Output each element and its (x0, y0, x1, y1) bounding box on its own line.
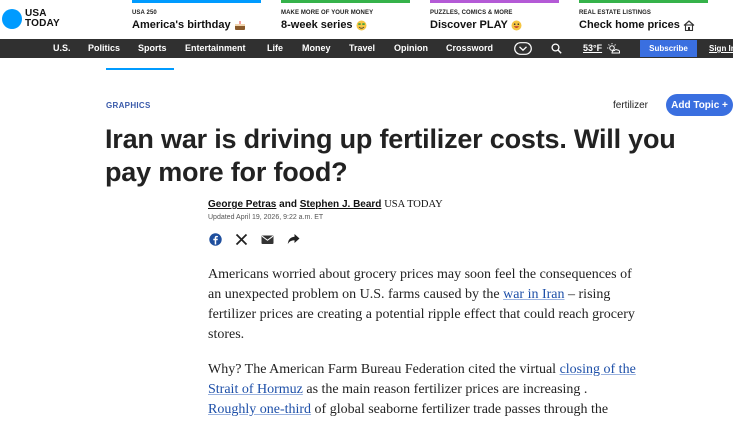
money-face-icon (356, 20, 367, 31)
email-icon[interactable] (260, 232, 274, 246)
promo-kicker: PUZZLES, COMICS & MORE (430, 10, 513, 16)
author-link[interactable]: Stephen J. Beard (300, 199, 382, 210)
cake-icon (234, 20, 246, 31)
article-paragraph: Americans worried about grocery prices m… (208, 267, 635, 342)
article-headline: Iran war is driving up fertilizer costs.… (105, 124, 676, 187)
nav-item-sports[interactable]: Sports (138, 39, 167, 58)
byline-outlet: USA TODAY (384, 199, 443, 210)
promo-headline: 8-week series (281, 19, 353, 31)
share-tools (208, 232, 300, 246)
war-in-iran-link[interactable]: war in Iran (503, 287, 564, 302)
house-icon (683, 19, 695, 31)
nav-item-entertainment[interactable]: Entertainment (185, 39, 246, 58)
chevron-down-icon[interactable] (513, 41, 533, 56)
article-paragraph: Why? The American Farm Bureau Federation… (208, 362, 636, 417)
byline-and: and (276, 199, 300, 210)
logo-line2: TODAY (25, 18, 60, 29)
nav-item-opinion[interactable]: Opinion (394, 39, 428, 58)
search-icon[interactable] (549, 41, 563, 56)
active-section-underline (106, 68, 174, 70)
usa-today-logo[interactable]: USA TODAY (2, 9, 60, 29)
subscribe-button[interactable]: Subscribe (640, 40, 697, 57)
updated-timestamp: Updated April 19, 2026, 9:22 a.m. ET (208, 214, 324, 221)
author-link[interactable]: George Petras (208, 199, 276, 210)
add-topic-button[interactable]: Add Topic + (666, 94, 733, 116)
weather-temperature[interactable]: 53°F (583, 39, 602, 58)
promo-bar-accent (132, 0, 261, 3)
promo-bar-accent (430, 0, 559, 3)
byline: George Petras and Stephen J. Beard USA T… (208, 199, 443, 210)
facebook-icon[interactable] (208, 232, 222, 246)
promo-headline: Discover PLAY (430, 19, 508, 31)
nav-item-life[interactable]: Life (267, 39, 283, 58)
nav-item-crossword[interactable]: Crossword (446, 39, 493, 58)
promo-headline: Check home prices (579, 19, 680, 31)
nav-item-travel[interactable]: Travel (349, 39, 375, 58)
nav-item-politics[interactable]: Politics (88, 39, 120, 58)
promo-bar: USA TODAY USA 250 America's birthday MAK… (0, 0, 733, 39)
promo-bar-accent (281, 0, 410, 3)
share-arrow-icon[interactable] (286, 232, 300, 246)
logo-dot-icon (2, 9, 22, 29)
main-nav: U.S. Politics Sports Entertainment Life … (0, 39, 733, 58)
promo-kicker: USA 250 (132, 10, 157, 16)
topic-name: fertilizer (613, 100, 649, 111)
nav-item-money[interactable]: Money (302, 39, 331, 58)
sign-in-link[interactable]: Sign In (709, 39, 733, 58)
roughly-one-third-link[interactable]: Roughly one-third (208, 402, 311, 417)
nav-item-us[interactable]: U.S. (53, 39, 71, 58)
x-icon[interactable] (234, 232, 248, 246)
partly-sunny-icon[interactable] (605, 41, 621, 56)
promo-kicker: MAKE MORE OF YOUR MONEY (281, 10, 374, 16)
grin-icon (511, 20, 522, 31)
promo-bar-accent (579, 0, 708, 3)
section-label[interactable]: GRAPHICS (106, 101, 151, 110)
promo-kicker: REAL ESTATE LISTINGS (579, 10, 652, 16)
promo-headline: America's birthday (132, 19, 231, 31)
